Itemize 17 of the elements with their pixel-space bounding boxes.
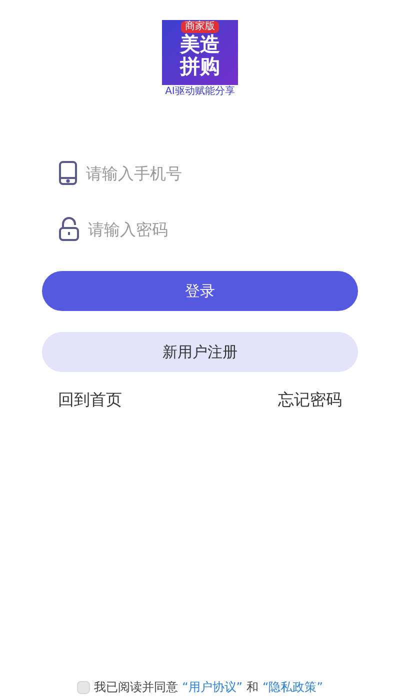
home-link[interactable]: 回到首页 — [58, 388, 122, 412]
logo-slogan: AI驱动赋能分享 — [162, 85, 238, 98]
user-agreement-link[interactable]: “用户协议” — [182, 678, 242, 696]
forgot-password-link[interactable]: 忘记密码 — [278, 388, 342, 412]
logo-badge: 商家版 — [181, 21, 219, 33]
phone-field[interactable]: 请输入手机号 — [86, 158, 342, 188]
password-field[interactable]: 请输入密码 — [88, 214, 342, 244]
phone-icon — [58, 161, 78, 185]
logo-text: 拼购 — [180, 55, 220, 77]
privacy-policy-link[interactable]: “隐私政策” — [262, 678, 323, 696]
padlock-icon — [58, 217, 80, 241]
logo-text: 美造 — [180, 33, 220, 55]
agreement-checkbox[interactable] — [77, 680, 90, 694]
agreement-text: 我已阅读并同意 — [94, 679, 178, 696]
agreement-text: 和 — [246, 679, 258, 696]
login-button[interactable]: 登录 — [42, 271, 358, 311]
register-button[interactable]: 新用户注册 — [42, 332, 358, 372]
